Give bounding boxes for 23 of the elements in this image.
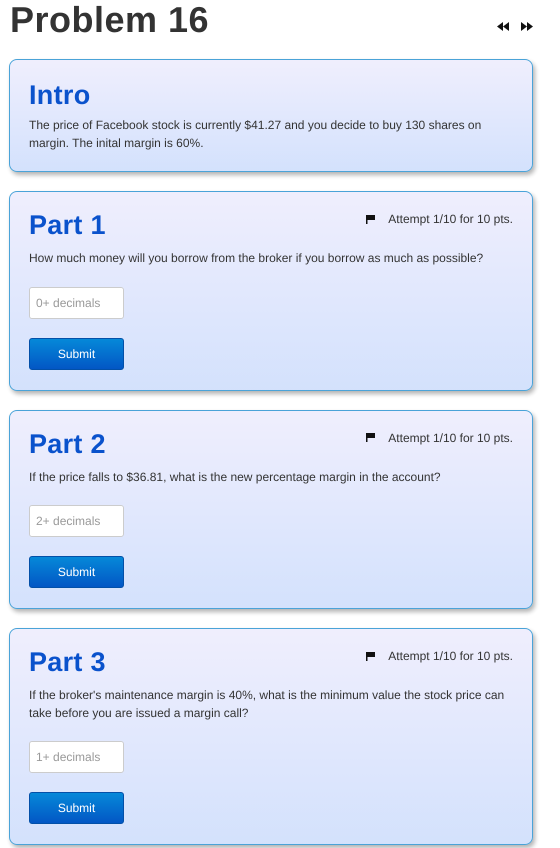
part-heading: Part 3 xyxy=(29,647,106,677)
answer-field[interactable]: 0+ decimals xyxy=(29,286,124,318)
attempt-text: Attempt 1/10 for 10 pts. xyxy=(388,212,513,226)
section-heading: Intro xyxy=(29,80,90,110)
flag-icon[interactable] xyxy=(366,214,376,224)
flag-icon[interactable] xyxy=(366,433,376,442)
submit-button[interactable]: Submit xyxy=(29,556,124,588)
attempt-text: Attempt 1/10 for 10 pts. xyxy=(388,649,513,663)
intro-text: The price of Facebook stock is currently $41.27 and you decide to buy 130 shares on margin. The inital margin is 60%. xyxy=(29,117,482,152)
answer-field[interactable]: 2+ decimals xyxy=(29,505,124,537)
submit-button[interactable]: Submit xyxy=(29,338,124,370)
answer-field[interactable]: 1+ decimals xyxy=(29,741,124,773)
question-text: How much money will you borrow from the broker if you borrow as much as possible? xyxy=(29,250,484,267)
part-heading: Part 2 xyxy=(29,428,106,458)
fast-forward-icon[interactable] xyxy=(521,22,533,30)
question-text: If the broker's maintenance margin is 40%, what is the minimum value the stock price can take before you are issued a margin call? xyxy=(29,687,506,722)
part-heading: Part 1 xyxy=(29,210,106,240)
rewind-icon[interactable] xyxy=(497,22,509,30)
problem-title: Problem 16 xyxy=(10,0,210,40)
attempt-text: Attempt 1/10 for 10 pts. xyxy=(388,430,513,444)
flag-icon[interactable] xyxy=(366,652,376,660)
submit-button[interactable]: Submit xyxy=(29,792,124,824)
question-text: If the price falls to $36.81, what is the new percentage margin in the account? xyxy=(29,468,442,486)
